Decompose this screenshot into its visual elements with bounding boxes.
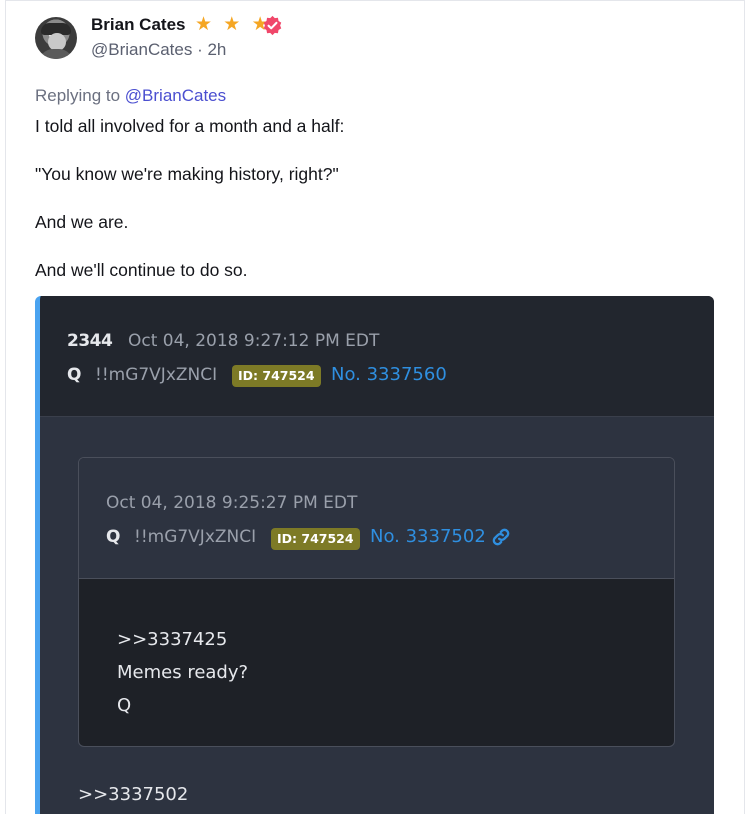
avatar[interactable] xyxy=(35,17,77,59)
quoted-post-number-link[interactable]: No. 3337502 xyxy=(370,526,486,547)
quoted-post-header: Oct 04, 2018 9:25:27 PM EDT Q !!mG7VJxZN… xyxy=(79,458,674,579)
time-separator: · xyxy=(192,40,208,59)
quoted-text-line: Memes ready? xyxy=(117,662,249,683)
embedded-post[interactable]: 2344 Oct 04, 2018 9:27:12 PM EDT Q !!mG7… xyxy=(35,296,714,814)
poster-name: Q xyxy=(67,365,82,385)
link-icon[interactable] xyxy=(490,526,512,548)
poster-tripcode: !!mG7VJxZNCI xyxy=(95,365,218,385)
quoted-post-body: >>3337425 Memes ready? Q xyxy=(117,623,248,722)
handle-text[interactable]: @BrianCates xyxy=(91,40,192,59)
quoted-poster-name: Q xyxy=(106,527,121,547)
post-number: 2344 xyxy=(67,331,113,351)
author-handle[interactable]: @BrianCates · 2h xyxy=(91,40,226,60)
post-paragraph: And we are. xyxy=(35,212,129,232)
star-rating-icons: ★ ★ ★ xyxy=(195,14,272,35)
post-paragraph: I told all involved for a month and a ha… xyxy=(35,116,345,136)
post-paragraph: "You know we're making history, right?" xyxy=(35,164,339,184)
avatar-body xyxy=(39,49,73,59)
reply-line: Replying to @BrianCates xyxy=(35,86,226,106)
reply-handle-link[interactable]: @BrianCates xyxy=(125,86,226,105)
poster-id-badge: ID: 747524 xyxy=(232,365,321,387)
post-date: Oct 04, 2018 9:27:12 PM EDT xyxy=(128,331,380,351)
quoted-signature: Q xyxy=(117,695,132,716)
author-name[interactable]: Brian Cates xyxy=(91,15,185,35)
quoted-post[interactable]: Oct 04, 2018 9:25:27 PM EDT Q !!mG7VJxZN… xyxy=(78,457,675,747)
quoted-poster-id-badge: ID: 747524 xyxy=(271,528,360,550)
post-paragraph: And we'll continue to do so. xyxy=(35,260,248,280)
quoted-reference-link[interactable]: >>3337425 xyxy=(117,623,248,656)
post-reference-link[interactable]: >>3337502 xyxy=(78,784,188,805)
reply-prefix: Replying to xyxy=(35,86,125,105)
embedded-post-header: 2344 Oct 04, 2018 9:27:12 PM EDT Q !!mG7… xyxy=(40,296,714,417)
post-number-link[interactable]: No. 3337560 xyxy=(331,364,447,385)
quoted-poster-tripcode: !!mG7VJxZNCI xyxy=(134,527,257,547)
quoted-post-date: Oct 04, 2018 9:25:27 PM EDT xyxy=(106,493,358,513)
verified-badge-icon xyxy=(263,15,282,36)
post-time[interactable]: 2h xyxy=(207,40,226,59)
